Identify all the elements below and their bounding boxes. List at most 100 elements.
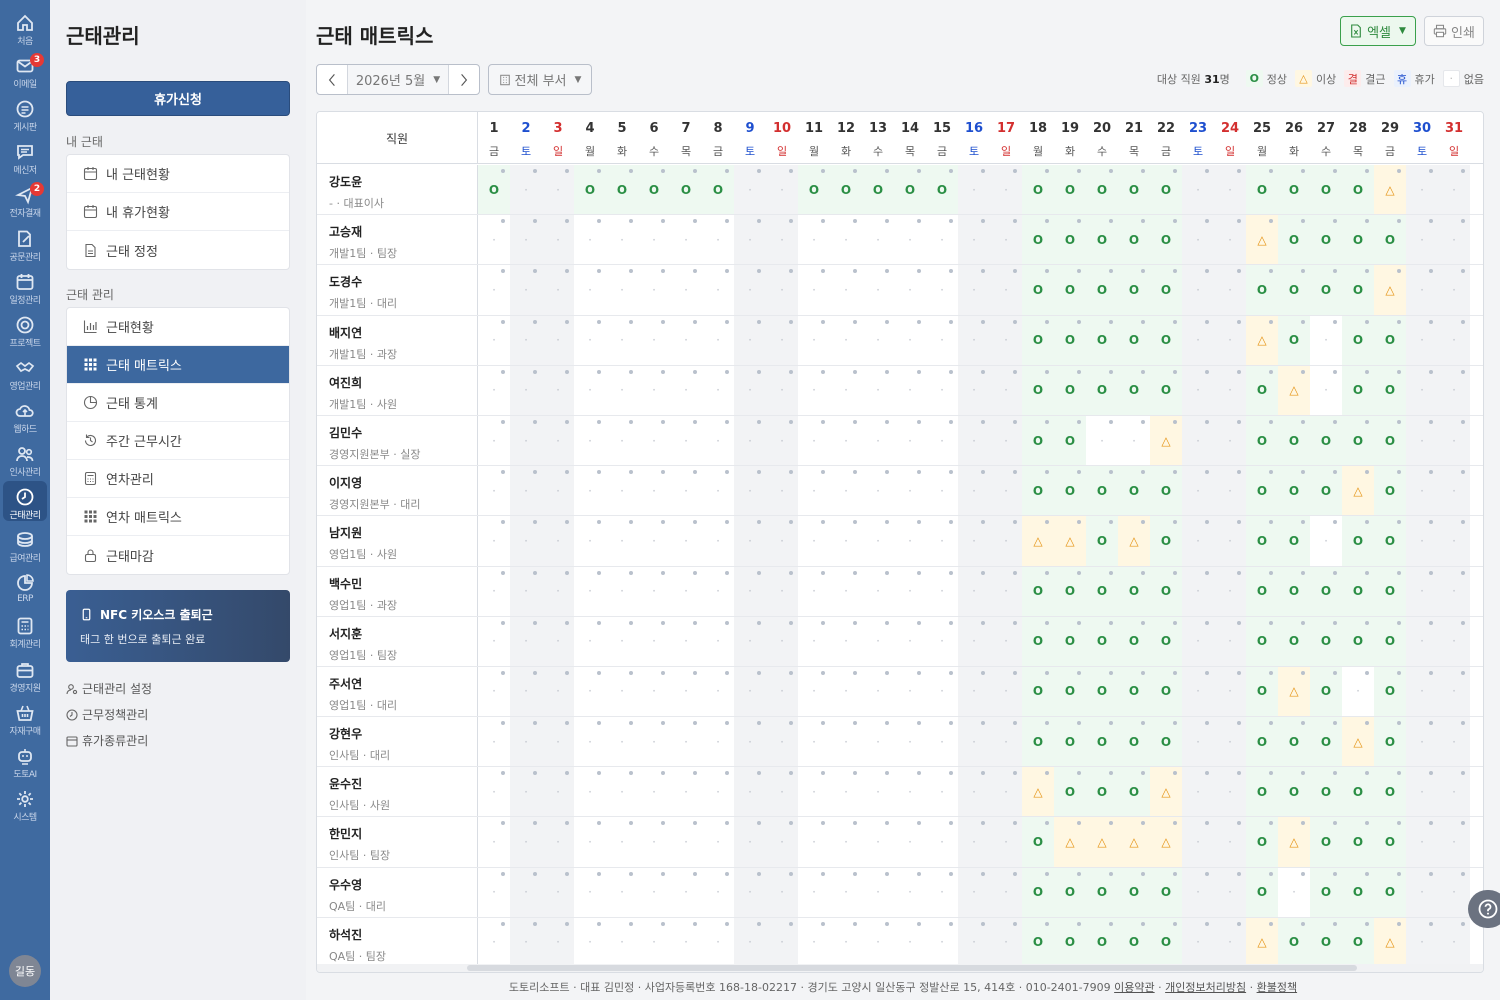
attendance-cell[interactable]: O (1310, 566, 1342, 616)
attendance-cell[interactable]: · (1214, 466, 1246, 516)
attendance-cell[interactable]: · (638, 617, 670, 666)
attendance-cell[interactable]: O (1374, 516, 1406, 566)
attendance-cell[interactable]: · (510, 616, 542, 666)
attendance-cell[interactable]: · (766, 265, 798, 315)
attendance-cell[interactable]: · (638, 817, 670, 866)
attendance-cell[interactable]: O (1118, 666, 1150, 717)
attendance-cell[interactable]: · (862, 215, 894, 264)
attendance-cell[interactable]: · (1182, 315, 1214, 365)
attendance-cell[interactable]: O (1150, 566, 1182, 616)
attendance-cell[interactable]: · (1182, 566, 1214, 616)
attendance-cell[interactable]: · (542, 265, 574, 315)
attendance-cell[interactable]: · (1182, 365, 1214, 415)
rail-item-people[interactable]: 인사관리 (3, 438, 47, 478)
attendance-cell[interactable]: △ (1086, 817, 1118, 867)
attendance-cell[interactable]: · (1310, 366, 1342, 415)
attendance-cell[interactable]: · (862, 416, 894, 465)
next-month-button[interactable] (449, 65, 479, 94)
attendance-cell[interactable]: △ (1374, 165, 1406, 215)
attendance-cell[interactable]: △ (1022, 767, 1054, 817)
attendance-cell[interactable]: · (798, 265, 830, 314)
attendance-cell[interactable]: O (1246, 365, 1278, 415)
rail-item-calculator[interactable]: 회계관리 (3, 610, 47, 650)
attendance-cell[interactable]: O (1342, 365, 1374, 415)
attendance-cell[interactable]: O (1086, 516, 1118, 566)
attendance-cell[interactable]: O (1374, 365, 1406, 415)
attendance-cell[interactable]: · (862, 868, 894, 917)
attendance-cell[interactable]: · (1406, 666, 1438, 717)
attendance-cell[interactable]: △ (1022, 516, 1054, 566)
attendance-cell[interactable]: · (606, 466, 638, 515)
attendance-cell[interactable]: · (1438, 917, 1470, 967)
attendance-cell[interactable]: · (542, 817, 574, 867)
attendance-cell[interactable]: · (990, 315, 1022, 365)
attendance-cell[interactable]: O (1278, 215, 1310, 265)
attendance-cell[interactable]: · (1214, 817, 1246, 867)
attendance-cell[interactable]: · (1406, 817, 1438, 867)
attendance-cell[interactable]: O (1150, 917, 1182, 967)
attendance-cell[interactable]: · (1214, 767, 1246, 817)
attendance-cell[interactable]: · (606, 817, 638, 866)
attendance-cell[interactable]: △ (1246, 917, 1278, 967)
attendance-cell[interactable]: O (1374, 566, 1406, 616)
rail-item-basket[interactable]: 자재구매 (3, 697, 47, 737)
attendance-cell[interactable]: O (1022, 265, 1054, 315)
terms-link[interactable]: 이용약관 (1114, 981, 1154, 994)
attendance-cell[interactable]: O (1054, 717, 1086, 767)
attendance-cell[interactable]: △ (1118, 817, 1150, 867)
attendance-cell[interactable]: O (1374, 616, 1406, 666)
attendance-cell[interactable]: △ (1278, 817, 1310, 867)
rail-item-chat[interactable]: 메신저 (3, 136, 47, 176)
attendance-cell[interactable]: · (1438, 666, 1470, 717)
attendance-cell[interactable]: · (606, 516, 638, 565)
menu-item[interactable]: 내 휴가현황 (67, 193, 289, 231)
attendance-cell[interactable]: O (1054, 566, 1086, 616)
attendance-cell[interactable]: · (990, 666, 1022, 717)
attendance-cell[interactable]: O (1054, 365, 1086, 415)
attendance-cell[interactable]: · (766, 917, 798, 967)
attendance-cell[interactable]: · (510, 415, 542, 466)
attendance-cell[interactable]: O (1022, 215, 1054, 265)
attendance-cell[interactable]: · (702, 466, 734, 515)
refund-link[interactable]: 환불정책 (1257, 981, 1297, 994)
attendance-cell[interactable]: O (1150, 365, 1182, 415)
attendance-cell[interactable]: O (1022, 566, 1054, 616)
attendance-cell[interactable]: · (1406, 917, 1438, 967)
attendance-cell[interactable]: · (1182, 516, 1214, 566)
attendance-cell[interactable]: · (926, 316, 958, 365)
attendance-cell[interactable]: · (606, 366, 638, 415)
attendance-cell[interactable]: O (1022, 415, 1054, 466)
attendance-cell[interactable]: · (862, 265, 894, 314)
attendance-cell[interactable]: · (798, 817, 830, 866)
attendance-cell[interactable]: · (1182, 867, 1214, 917)
attendance-cell[interactable]: · (478, 667, 510, 716)
attendance-cell[interactable]: · (990, 466, 1022, 516)
attendance-cell[interactable]: · (478, 466, 510, 515)
attendance-cell[interactable]: O (1374, 315, 1406, 365)
attendance-cell[interactable]: O (1022, 365, 1054, 415)
attendance-cell[interactable]: · (670, 817, 702, 866)
attendance-cell[interactable]: · (542, 867, 574, 917)
attendance-cell[interactable]: · (958, 215, 990, 265)
attendance-cell[interactable]: · (1086, 416, 1118, 465)
attendance-cell[interactable]: · (478, 366, 510, 415)
attendance-cell[interactable]: · (1438, 867, 1470, 917)
attendance-cell[interactable]: · (990, 917, 1022, 967)
attendance-cell[interactable]: · (1278, 868, 1310, 917)
attendance-cell[interactable]: · (606, 868, 638, 917)
attendance-cell[interactable]: · (734, 867, 766, 917)
attendance-cell[interactable]: O (1022, 616, 1054, 666)
attendance-cell[interactable]: · (766, 165, 798, 215)
attendance-cell[interactable]: · (926, 767, 958, 816)
attendance-cell[interactable]: △ (1374, 265, 1406, 315)
attendance-cell[interactable]: · (574, 466, 606, 515)
attendance-cell[interactable]: · (670, 617, 702, 666)
employee-cell[interactable]: 여진희 개발1팀 · 사원 (317, 365, 478, 415)
attendance-cell[interactable]: · (638, 466, 670, 515)
attendance-cell[interactable]: · (1214, 616, 1246, 666)
attendance-cell[interactable]: · (478, 767, 510, 816)
attendance-cell[interactable]: · (1406, 315, 1438, 365)
rail-item-cloud[interactable]: 웹하드 (3, 395, 47, 435)
attendance-cell[interactable]: · (1406, 516, 1438, 566)
attendance-cell[interactable]: · (510, 917, 542, 967)
